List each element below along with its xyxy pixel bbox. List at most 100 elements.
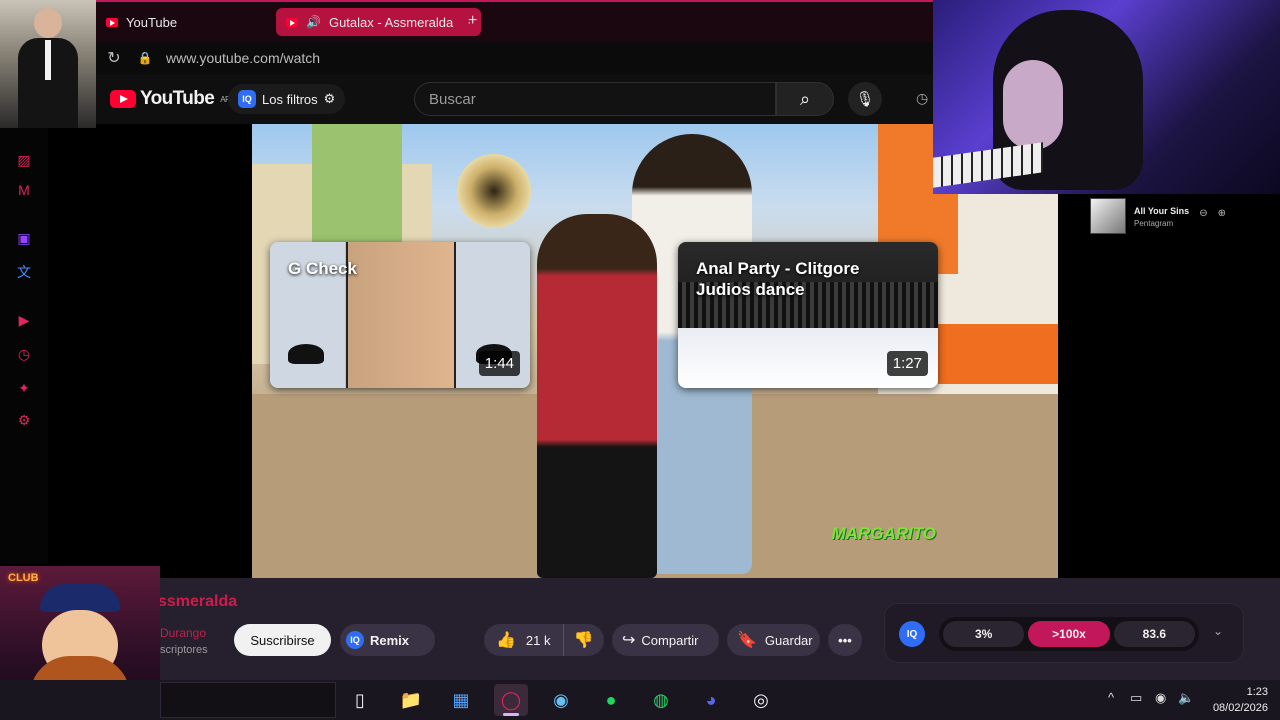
like-count: 21 k xyxy=(525,632,551,648)
iq-stat-multiplier: >100x xyxy=(1028,621,1110,647)
iq-stat-score: 83.6 xyxy=(1113,621,1195,647)
video-scene-wall xyxy=(938,324,1058,384)
tab-active-video[interactable]: 🔊 Gutalax - Assmeralda · xyxy=(276,8,482,36)
end-card-duration: 1:27 xyxy=(886,351,928,376)
filters-button[interactable]: IQ Los filtros ⚙ xyxy=(228,84,346,114)
iq-stat-percent: 3% xyxy=(943,621,1025,647)
voice-search-button[interactable]: 🎙 xyxy=(848,82,882,116)
address-bar[interactable]: ↻ 🔒 www.youtube.com/watch xyxy=(96,42,933,74)
video-watermark: MARGARITO xyxy=(831,524,936,543)
tab-label: YouTube xyxy=(126,14,178,30)
twitch-icon[interactable]: ▣ xyxy=(14,228,34,248)
remix-label: Remix xyxy=(370,632,410,648)
youtube-favicon-icon xyxy=(106,17,118,27)
now-playing-widget[interactable]: All Your Sins Pentagram ⊖ ⊕ xyxy=(1090,198,1226,234)
share-label: Compartir xyxy=(641,632,699,648)
active-indicator xyxy=(503,713,519,716)
end-card-title: G Check xyxy=(288,259,357,278)
thumbs-up-icon: 👍 xyxy=(496,632,516,649)
subscriber-count: scriptores xyxy=(160,644,208,656)
extension-sidebar: ▨ M ▣ 文 ▶ ◷ ✦ ⚙ xyxy=(0,124,48,564)
youtube-favicon-icon xyxy=(286,17,298,27)
search-button[interactable]: ⌕ xyxy=(776,82,834,116)
puzzle-icon[interactable]: ✦ xyxy=(14,378,34,398)
video-title[interactable]: ssmeralda xyxy=(158,593,237,611)
tray-chevron-up-icon[interactable]: ^ xyxy=(1108,690,1114,705)
spotify-icon[interactable]: ● xyxy=(594,684,628,716)
youtube-logo-text: YouTube xyxy=(140,88,215,109)
volume-icon[interactable]: 🔈 xyxy=(1178,690,1194,706)
speaker-icon[interactable]: 🔊 xyxy=(306,15,321,29)
card-divider xyxy=(454,242,456,388)
translate-icon[interactable]: 文 xyxy=(14,262,34,282)
remix-button[interactable]: IQ Remix xyxy=(340,624,435,656)
save-button[interactable]: 🔖 Guardar xyxy=(727,624,820,656)
iq-extension-icon[interactable]: IQ xyxy=(899,621,925,647)
store-icon[interactable]: ▦ xyxy=(444,684,478,716)
share-button[interactable]: ↪ Compartir xyxy=(612,624,719,656)
end-screen-card[interactable]: G Check 1:44 xyxy=(270,242,530,388)
obs-icon[interactable]: ◎ xyxy=(744,684,778,716)
task-view-icon[interactable]: ▯ xyxy=(343,684,377,716)
like-dislike-group: 👍 21 k 👎 xyxy=(484,624,604,656)
new-tab-button[interactable]: + xyxy=(468,12,477,30)
save-label: Guardar xyxy=(764,632,813,648)
discord-icon[interactable]: ◕ xyxy=(694,684,728,716)
history-icon[interactable]: ◷ xyxy=(916,90,928,107)
play-circle-icon[interactable]: ▶ xyxy=(14,310,34,330)
clock-time: 1:23 xyxy=(1246,686,1268,698)
filters-label: Los filtros xyxy=(262,91,318,107)
card-thumbnail-figure xyxy=(288,344,324,364)
song-artist: Pentagram xyxy=(1134,219,1174,228)
overlay-figure-head xyxy=(34,8,62,38)
tab-accent-line xyxy=(96,0,933,2)
youtube-header: YouTube AR IQ Los filtros ⚙ Buscar ⌕ 🎙 ◷ xyxy=(96,74,933,124)
end-screen-card[interactable]: Anal Party - Clitgore Judios dance 1:27 xyxy=(678,242,938,388)
browser-icon[interactable]: ◯ xyxy=(494,684,528,716)
taskbar-search-box[interactable] xyxy=(160,682,336,718)
browser-tab-bar: YouTube 🔊 Gutalax - Assmeralda · + xyxy=(96,0,933,42)
overlay-character-hat xyxy=(40,584,120,612)
sliders-icon: ⚙ xyxy=(323,91,336,106)
reload-icon[interactable]: ↻ xyxy=(96,48,132,68)
webcam-person-face xyxy=(1003,60,1063,150)
youtube-logo[interactable]: YouTube AR xyxy=(110,88,231,110)
overlay-figure-tie xyxy=(45,40,51,80)
steam-tray-icon[interactable]: ◉ xyxy=(1155,690,1166,706)
webcam-overlay-top-left xyxy=(0,0,96,128)
gmail-icon[interactable]: M xyxy=(14,180,34,200)
url-text[interactable]: www.youtube.com/watch xyxy=(166,50,320,66)
channel-name[interactable]: Durango xyxy=(160,626,206,640)
more-actions-button[interactable]: ••• xyxy=(828,624,862,656)
like-button[interactable]: 👍 21 k xyxy=(484,624,564,656)
minus-icon[interactable]: ⊖ xyxy=(1199,208,1207,219)
overlay-neon-sign: CLUB xyxy=(8,572,39,584)
song-title: All Your Sins xyxy=(1134,206,1190,216)
stripes-icon[interactable]: ▨ xyxy=(14,150,34,170)
microphone-icon: 🎙 xyxy=(855,91,875,108)
video-scene-tuba xyxy=(457,154,531,228)
steam-icon[interactable]: ◉ xyxy=(544,684,578,716)
video-scene-dancer xyxy=(537,214,657,578)
clock-icon[interactable]: ◷ xyxy=(14,344,34,364)
settings-icon[interactable]: ⚙ xyxy=(14,410,34,430)
youtube-play-icon xyxy=(110,90,136,108)
thumbs-down-icon: 👎 xyxy=(573,632,594,649)
chevron-down-icon[interactable]: ⌄ xyxy=(1213,624,1223,638)
network-icon[interactable]: ▭ xyxy=(1130,690,1142,706)
search-icon: ⌕ xyxy=(799,88,811,109)
search-input[interactable]: Buscar xyxy=(414,82,776,116)
file-explorer-icon[interactable]: 📁 xyxy=(394,684,428,716)
plus-icon[interactable]: ⊕ xyxy=(1218,208,1226,219)
iq-stats-panel: IQ 3% >100x 83.6 ⌄ xyxy=(884,603,1244,663)
iq-extension-icon: IQ xyxy=(346,631,364,649)
bookmark-icon: 🔖 xyxy=(737,632,757,649)
system-clock[interactable]: 1:23 08/02/2026 xyxy=(1196,684,1268,716)
whatsapp-icon[interactable]: ◍ xyxy=(644,684,678,716)
end-card-title: Anal Party - Clitgore Judios dance xyxy=(696,259,860,300)
subscribe-button[interactable]: Suscribirse xyxy=(234,624,331,656)
site-info-icon[interactable]: 🔒 xyxy=(132,51,158,65)
dislike-button[interactable]: 👎 xyxy=(564,624,605,656)
tab-youtube[interactable]: YouTube xyxy=(96,8,187,36)
iq-stats-row: 3% >100x 83.6 xyxy=(939,617,1199,651)
